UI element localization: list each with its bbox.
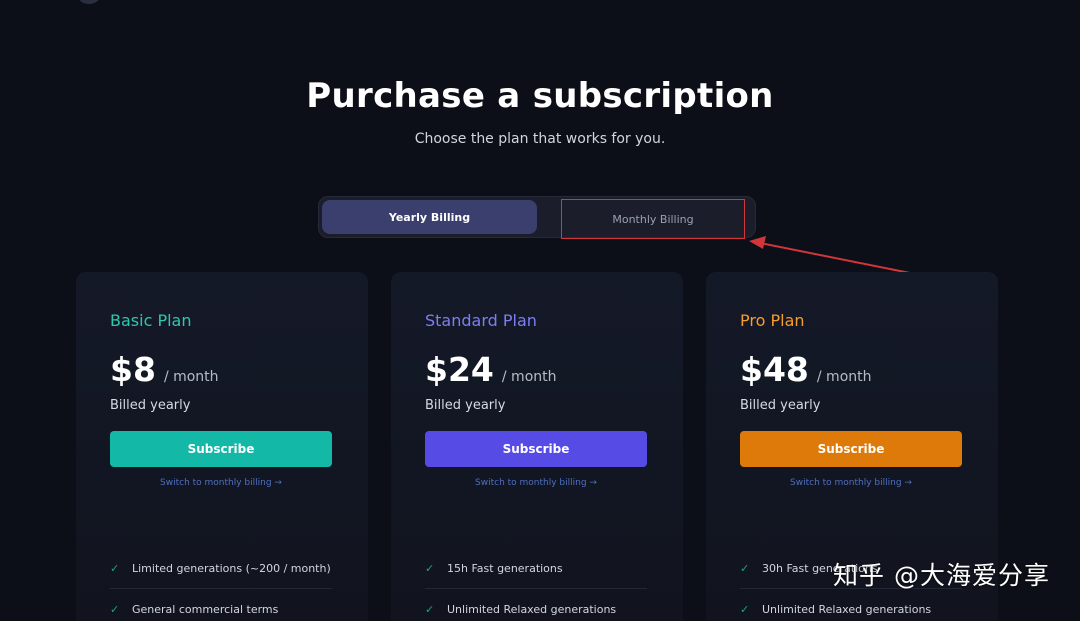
- check-icon: ✓: [110, 561, 120, 575]
- plan-price: $24: [425, 350, 494, 389]
- billing-toggle: Yearly Billing Monthly Billing: [318, 196, 756, 239]
- feature-item: ✓ Unlimited Relaxed generations: [740, 589, 962, 621]
- feature-item: ✓ 15h Fast generations: [425, 548, 647, 589]
- plan-card-standard: Standard Plan $24 / month Billed yearly …: [391, 272, 683, 621]
- billing-note: Billed yearly: [740, 398, 821, 413]
- subscribe-button[interactable]: Subscribe: [740, 431, 962, 467]
- billing-note: Billed yearly: [425, 398, 506, 413]
- price-row: $8 / month: [110, 350, 219, 389]
- check-icon: ✓: [110, 603, 120, 616]
- feature-text: 15h Fast generations: [447, 561, 563, 575]
- feature-text: Unlimited Relaxed generations: [447, 603, 617, 616]
- feature-item: ✓ Limited generations (~200 / month): [110, 548, 332, 589]
- switch-to-monthly-link[interactable]: Switch to monthly billing →: [425, 478, 647, 488]
- price-row: $48 / month: [740, 350, 872, 389]
- plan-card-basic: Basic Plan $8 / month Billed yearly Subs…: [76, 272, 368, 621]
- price-period: / month: [501, 369, 557, 385]
- price-row: $24 / month: [425, 350, 557, 389]
- check-icon: ✓: [740, 603, 750, 616]
- feature-item: ✓ General commercial terms: [110, 589, 332, 621]
- check-icon: ✓: [740, 561, 750, 575]
- subscribe-button[interactable]: Subscribe: [425, 431, 647, 467]
- yearly-billing-tab[interactable]: Yearly Billing: [322, 200, 537, 234]
- plan-name: Pro Plan: [740, 311, 805, 330]
- watermark: 知乎 @大海爱分享: [833, 561, 1050, 590]
- feature-list: ✓ 15h Fast generations ✓ Unlimited Relaxed…: [425, 548, 647, 621]
- feature-text: Unlimited Relaxed generations: [762, 603, 932, 616]
- page-title: Purchase a subscription: [306, 76, 774, 116]
- page-subtitle: Choose the plan that works for you.: [414, 131, 666, 147]
- billing-note: Billed yearly: [110, 398, 191, 413]
- plan-name: Basic Plan: [110, 311, 192, 330]
- avatar[interactable]: [78, 0, 100, 4]
- switch-to-monthly-link[interactable]: Switch to monthly billing →: [110, 478, 332, 488]
- feature-item: ✓ Unlimited Relaxed generations: [425, 589, 647, 621]
- feature-text: General commercial terms: [132, 603, 279, 616]
- check-icon: ✓: [425, 603, 435, 616]
- plan-name: Standard Plan: [425, 311, 537, 330]
- price-period: / month: [816, 369, 872, 385]
- price-period: / month: [163, 369, 219, 385]
- feature-list: ✓ Limited generations (~200 / month) ✓ Gen…: [110, 548, 332, 621]
- plan-price: $48: [740, 350, 809, 389]
- plan-price: $8: [110, 350, 156, 389]
- subscribe-button[interactable]: Subscribe: [110, 431, 332, 467]
- switch-to-monthly-link[interactable]: Switch to monthly billing →: [740, 478, 962, 488]
- subscription-page: Purchase a subscription Choose the plan …: [0, 0, 1080, 621]
- check-icon: ✓: [425, 561, 435, 575]
- monthly-billing-tab[interactable]: Monthly Billing: [561, 199, 745, 239]
- feature-text: Limited generations (~200 / month): [132, 561, 331, 575]
